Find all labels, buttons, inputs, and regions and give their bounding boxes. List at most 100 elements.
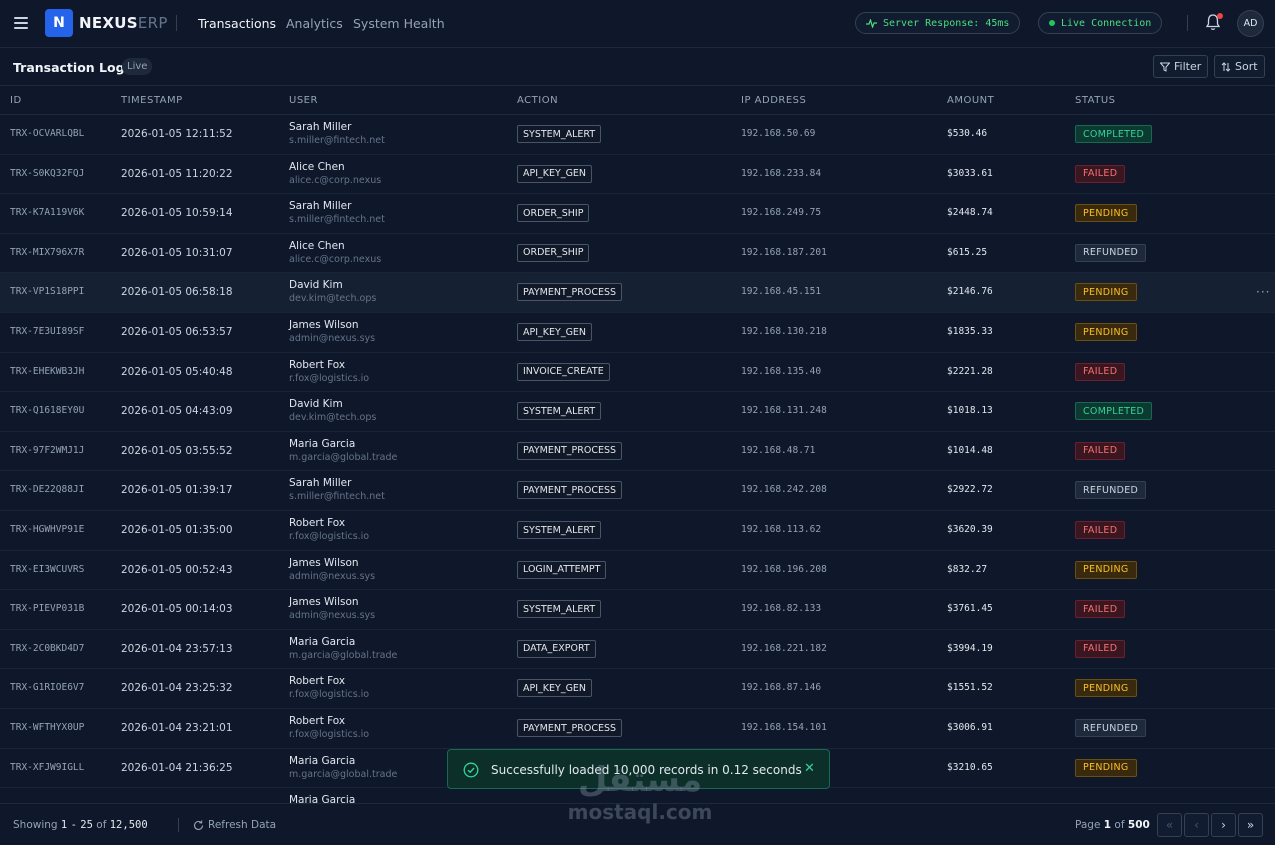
- table-row[interactable]: TRX-S0KQ32FQJ 2026-01-05 11:20:22 Alice Ch…: [0, 155, 1275, 195]
- timestamp: 2026-01-05 12:11:52: [121, 128, 233, 140]
- filter-icon: [1160, 62, 1170, 72]
- close-icon[interactable]: ✕: [804, 761, 815, 776]
- table-row[interactable]: TRX-EI3WCUVRS 2026-01-05 00:52:43 James Wi…: [0, 551, 1275, 591]
- first-page-button[interactable]: «: [1157, 813, 1182, 837]
- status-badge: REFUNDED: [1075, 481, 1147, 500]
- table-row[interactable]: TRX-7E3UI89SF 2026-01-05 06:53:57 James Wi…: [0, 313, 1275, 353]
- status-badge: FAILED: [1075, 600, 1126, 619]
- amount: $1551.52: [947, 682, 993, 694]
- hamburger-menu-icon[interactable]: [13, 15, 29, 31]
- prev-page-button[interactable]: ‹: [1184, 813, 1209, 837]
- user-cell: David Kim dev.kim@tech.ops: [289, 279, 376, 304]
- amount: $832.27: [947, 563, 988, 575]
- showing-range: Showing 1 - 25 of 12,500: [13, 819, 148, 831]
- table-row[interactable]: TRX-OCVARLQBL 2026-01-05 12:11:52 Sarah Mi…: [0, 115, 1275, 155]
- avatar[interactable]: AD: [1237, 10, 1264, 37]
- timestamp: 2026-01-04 21:36:25: [121, 761, 233, 774]
- success-toast: Successfully loaded 10,000 records in 0.…: [447, 749, 830, 789]
- status-badge: PENDING: [1075, 283, 1137, 302]
- table-row[interactable]: TRX-K7A119V6K 2026-01-05 10:59:14 Sarah Mi…: [0, 194, 1275, 234]
- ip-address: 192.168.87.146: [741, 682, 822, 694]
- table-row[interactable]: TRX-MIX796X7R 2026-01-05 10:31:07 Alice Ch…: [0, 234, 1275, 274]
- timestamp: 2026-01-05 03:55:52: [121, 444, 233, 457]
- column-header-id[interactable]: ID: [10, 95, 22, 106]
- table-row[interactable]: TRX-Q1618EY0U 2026-01-05 04:43:09 David Ki…: [0, 392, 1275, 432]
- user-cell: Maria Garcia m.garcia@global.trade: [289, 636, 397, 661]
- transaction-id: TRX-Q1618EY0U: [10, 405, 85, 417]
- user-email: s.miller@fintech.net: [289, 214, 385, 226]
- refresh-data-button[interactable]: Refresh Data: [193, 819, 276, 831]
- user-name: Maria Garcia: [289, 794, 356, 803]
- status-badge: FAILED: [1075, 362, 1126, 381]
- user-cell: Robert Fox r.fox@logistics.io: [289, 715, 369, 740]
- ip-address: 192.168.196.208: [741, 563, 827, 575]
- action-tag: LOGIN_ATTEMPT: [517, 560, 607, 579]
- ip-address: 192.168.242.208: [741, 484, 827, 496]
- divider: [1187, 15, 1188, 31]
- nav-analytics[interactable]: Analytics: [286, 16, 343, 31]
- column-header-ip-address[interactable]: IP ADDRESS: [741, 95, 806, 106]
- timestamp: 2026-01-05 01:39:17: [121, 484, 233, 497]
- column-header-status[interactable]: STATUS: [1075, 95, 1116, 106]
- filter-button[interactable]: Filter: [1153, 55, 1209, 78]
- user-name: Maria Garcia: [289, 754, 356, 767]
- last-page-button[interactable]: »: [1238, 813, 1263, 837]
- status-badge: FAILED: [1075, 441, 1126, 460]
- next-page-button[interactable]: ›: [1211, 813, 1236, 837]
- user-email: m.garcia@global.trade: [289, 451, 398, 463]
- transaction-id: TRX-S0KQ32FQJ: [10, 167, 85, 179]
- ip-address: 192.168.187.201: [741, 246, 827, 258]
- timestamp: 2026-01-05 06:58:18: [121, 286, 233, 299]
- transaction-id: TRX-XFJW9IGLL: [10, 761, 85, 773]
- user-name: James Wilson: [289, 319, 359, 331]
- table-row[interactable]: TRX-EHEKWB3JH 2026-01-05 05:40:48 Robert F…: [0, 353, 1275, 393]
- timestamp: 2026-01-05 01:35:00: [121, 524, 233, 536]
- transaction-id: TRX-WFTHYX0UP: [10, 722, 85, 733]
- transaction-id: TRX-2C0BKD4D7: [10, 642, 85, 654]
- page-indicator: Page 1 of 500: [1075, 819, 1150, 831]
- transaction-id: TRX-K7A119V6K: [10, 207, 85, 219]
- transaction-id: TRX-PIEVP031B: [10, 603, 85, 615]
- table-row[interactable]: Maria Garcia: [0, 788, 1275, 803]
- table-row[interactable]: TRX-VP1S18PPI 2026-01-05 06:58:18 David Ki…: [0, 273, 1275, 313]
- divider: [176, 15, 177, 31]
- table-row[interactable]: TRX-WFTHYX0UP 2026-01-04 23:21:01 Robert F…: [0, 709, 1275, 749]
- table-header: ID TIMESTAMP USER ACTION IP ADDRESS AMOU…: [0, 86, 1275, 115]
- action-tag: ORDER_SHIP: [517, 204, 590, 223]
- table-row[interactable]: TRX-G1RIOE6V7 2026-01-04 23:25:32 Robert F…: [0, 669, 1275, 709]
- timestamp: 2026-01-05 00:14:03: [121, 603, 233, 616]
- action-tag: PAYMENT_PROCESS: [517, 481, 623, 500]
- sort-button[interactable]: Sort: [1214, 55, 1265, 78]
- status-badge: FAILED: [1075, 521, 1126, 539]
- status-badge: PENDING: [1075, 758, 1137, 777]
- user-cell: David Kim dev.kim@tech.ops: [289, 398, 376, 423]
- user-email: alice.c@corp.nexus: [289, 174, 382, 186]
- user-email: m.garcia@global.trade: [289, 649, 398, 661]
- user-name: David Kim: [289, 279, 343, 292]
- table-row[interactable]: TRX-PIEVP031B 2026-01-05 00:14:03 James Wi…: [0, 590, 1275, 630]
- action-tag: PAYMENT_PROCESS: [517, 441, 623, 460]
- user-cell: Sarah Miller s.miller@fintech.net: [289, 121, 385, 146]
- live-connection-text: Live Connection: [1061, 17, 1152, 29]
- live-connection-indicator: Live Connection: [1038, 12, 1163, 34]
- column-header-timestamp[interactable]: TIMESTAMP: [121, 95, 183, 106]
- double-chevron-right-icon: »: [1246, 818, 1255, 832]
- table-row[interactable]: TRX-HGWHVP91E 2026-01-05 01:35:00 Robert F…: [0, 511, 1275, 551]
- nav-transactions[interactable]: Transactions: [198, 16, 276, 31]
- status-badge: PENDING: [1075, 204, 1137, 223]
- user-cell: Robert Fox r.fox@logistics.io: [289, 517, 369, 542]
- live-dot-icon: [1049, 20, 1055, 26]
- timestamp: 2026-01-05 06:53:57: [121, 326, 233, 338]
- notification-bell-icon[interactable]: [1205, 13, 1223, 33]
- table-row[interactable]: TRX-DE22Q88JI 2026-01-05 01:39:17 Sarah Mi…: [0, 471, 1275, 511]
- column-header-user[interactable]: USER: [289, 95, 318, 106]
- nav-system-health[interactable]: System Health: [353, 16, 445, 31]
- activity-icon: [866, 18, 877, 28]
- top-navbar: N NEXUSERP Transactions Analytics System…: [0, 0, 1275, 48]
- table-row[interactable]: TRX-2C0BKD4D7 2026-01-04 23:57:13 Maria Ga…: [0, 630, 1275, 670]
- more-options-icon[interactable]: ···: [1256, 285, 1270, 299]
- user-email: dev.kim@tech.ops: [289, 293, 377, 305]
- column-header-amount[interactable]: AMOUNT: [947, 95, 994, 106]
- table-row[interactable]: TRX-97F2WMJ1J 2026-01-05 03:55:52 Maria Ga…: [0, 432, 1275, 472]
- column-header-action[interactable]: ACTION: [517, 95, 558, 106]
